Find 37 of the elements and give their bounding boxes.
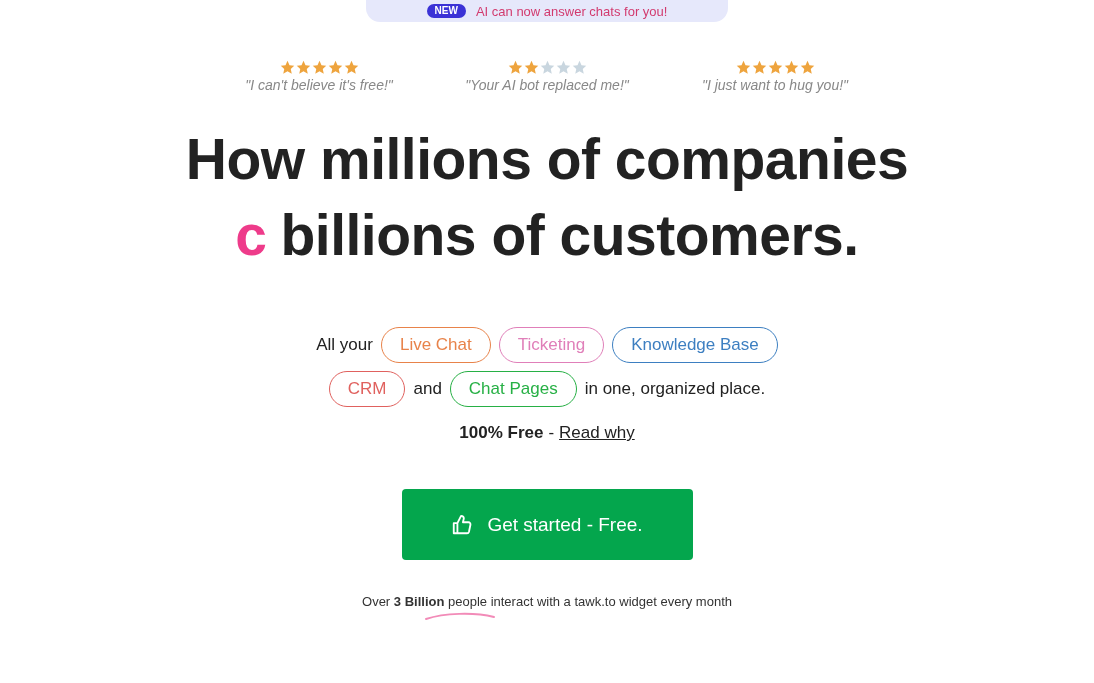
star-icon — [783, 60, 799, 75]
star-icon — [767, 60, 783, 75]
tagline-text: in one, organized place. — [584, 379, 766, 399]
get-started-button[interactable]: Get started - Free. — [401, 489, 693, 560]
product-tag[interactable]: Chat Pages — [449, 371, 577, 407]
star-icon — [327, 60, 343, 75]
thumbs-up-icon — [451, 513, 474, 536]
review-quote: "Your AI bot replaced me!" — [465, 77, 629, 93]
connector-text: and — [413, 379, 442, 399]
announcement-banner[interactable]: NEW AI can now answer chats for you! — [366, 0, 728, 22]
product-tag[interactable]: Live Chat — [380, 327, 491, 363]
star-icon — [555, 60, 571, 75]
star-icon — [295, 60, 311, 75]
new-badge: NEW — [426, 4, 466, 18]
announcement-text: AI can now answer chats for you! — [475, 3, 668, 19]
star-icon — [799, 60, 815, 75]
free-label: 100% Free — [459, 423, 544, 443]
underline-swoosh — [424, 611, 496, 621]
star-icon — [343, 60, 359, 75]
review-quote: "I just want to hug you!" — [701, 77, 849, 93]
review-quote: "I can't believe it's free!" — [245, 77, 393, 93]
star-icon — [311, 60, 327, 75]
read-why-link[interactable]: Read why — [559, 423, 635, 443]
intro-text: All your — [316, 335, 373, 355]
star-icon — [571, 60, 587, 75]
star-icon — [735, 60, 751, 75]
star-icon — [539, 60, 555, 75]
star-icon — [751, 60, 767, 75]
stat-text: Over 3 Billion people interact with a tawk.to widget every month — [362, 594, 732, 609]
star-icon — [507, 60, 523, 75]
product-tag[interactable]: Knowledge Base — [612, 327, 778, 363]
product-tag[interactable]: Ticketing — [498, 327, 605, 363]
product-tag[interactable]: CRM — [328, 371, 406, 407]
headline: How millions of companies c billions of customers. — [185, 126, 909, 269]
separator-text: - — [548, 423, 555, 443]
star-icon — [523, 60, 539, 75]
star-icon — [279, 60, 295, 75]
